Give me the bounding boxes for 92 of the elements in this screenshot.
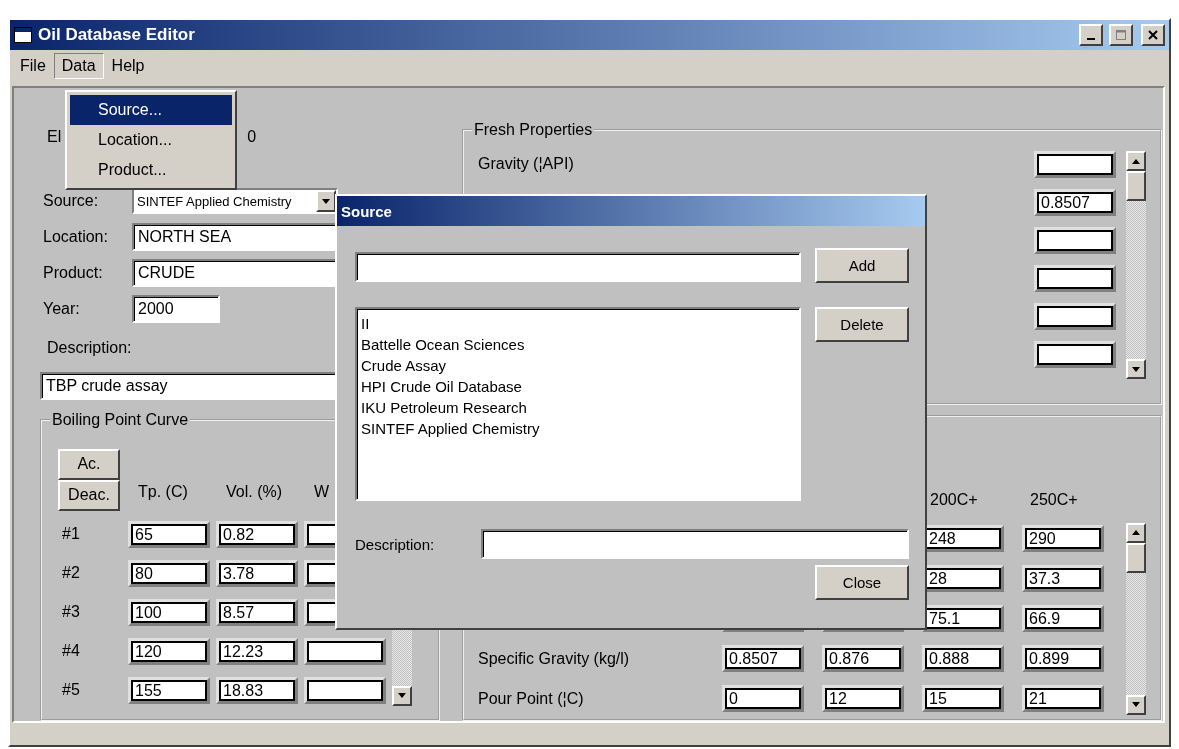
column-header: 200C+: [929, 490, 979, 510]
menu-item[interactable]: Data: [53, 53, 104, 79]
row-label: #5: [61, 681, 81, 700]
text-field[interactable]: 2000: [132, 295, 220, 323]
text-field[interactable]: 80: [128, 559, 210, 587]
text-field[interactable]: 290: [1022, 525, 1104, 553]
dropdown-button[interactable]: [316, 190, 336, 212]
dialog-title: Source: [341, 202, 392, 220]
scroll-down-button[interactable]: [392, 685, 412, 706]
list-item[interactable]: IKU Petroleum Research: [361, 397, 795, 418]
column-header: Tp. (C): [137, 482, 189, 502]
list-item[interactable]: Battelle Ocean Sciences: [361, 334, 795, 355]
text-field[interactable]: 75.1: [922, 605, 1004, 633]
menu-item[interactable]: Source...: [70, 95, 232, 125]
scroll-up-button[interactable]: [1126, 151, 1146, 171]
button[interactable]: Deac.: [58, 479, 120, 511]
column-header: Vol. (%): [225, 482, 283, 502]
dropdown-value: SINTEF Applied Chemistry: [136, 193, 293, 209]
text-field[interactable]: 120: [128, 637, 210, 665]
property-label: Specific Gravity (kg/l): [478, 649, 630, 667]
text-field[interactable]: 0.888: [922, 645, 1004, 673]
list-item[interactable]: SINTEF Applied Chemistry: [361, 418, 795, 439]
down-arrow-icon: [1132, 702, 1140, 708]
minimize-icon: [1087, 38, 1095, 40]
field-value: 0: [247, 128, 257, 146]
column-header: W: [313, 482, 331, 502]
scroll-down-button[interactable]: [1126, 694, 1146, 715]
text-field[interactable]: [481, 529, 909, 559]
button[interactable]: Ac.: [58, 448, 120, 480]
menu-item[interactable]: Product...: [70, 155, 232, 185]
text-field[interactable]: [355, 252, 801, 282]
field-label: El: [47, 128, 62, 146]
text-field[interactable]: 0: [722, 685, 804, 713]
menu-item[interactable]: Location...: [70, 125, 232, 155]
maximize-icon: [1116, 30, 1126, 40]
list-box[interactable]: II Battelle Ocean Sciences Crude Assay HPI Crude Oil Database IKU Petroleum Research SINTEF Applied Chemistry: [355, 307, 801, 501]
up-arrow-icon: [1132, 158, 1140, 164]
group-title: Fresh Properties: [473, 121, 594, 139]
down-arrow-icon: [322, 198, 330, 204]
scrollbar[interactable]: [1126, 151, 1146, 379]
text-field[interactable]: 37.3: [1022, 565, 1104, 593]
column-header: 250C+: [1029, 490, 1079, 510]
field-label: Description:: [47, 339, 132, 357]
row-label: #4: [61, 642, 81, 661]
window-title: Oil Database Editor: [38, 25, 195, 45]
close-button[interactable]: [1141, 24, 1165, 46]
dropdown-field[interactable]: SINTEF Applied Chemistry: [132, 188, 338, 214]
property-label: Gravity (¦API): [478, 155, 574, 173]
text-field[interactable]: 0.876: [822, 645, 904, 673]
scroll-down-button[interactable]: [1126, 359, 1146, 379]
list-item[interactable]: II: [361, 313, 795, 334]
text-field[interactable]: 18.83: [216, 676, 298, 704]
field-label: Product:: [42, 264, 104, 282]
text-field[interactable]: 15: [922, 685, 1004, 713]
row-label: #2: [61, 564, 81, 583]
scroll-thumb[interactable]: [1126, 171, 1146, 201]
menu-item[interactable]: File: [12, 53, 54, 79]
scroll-thumb[interactable]: [1126, 542, 1146, 573]
field-label: Year:: [42, 300, 81, 318]
text-field[interactable]: 0.8507: [1034, 188, 1116, 216]
text-field[interactable]: 12: [822, 685, 904, 713]
close-button[interactable]: Close: [815, 565, 909, 600]
close-icon: [1148, 30, 1158, 40]
delete-button[interactable]: Delete: [815, 307, 909, 342]
field-label: Source:: [42, 192, 100, 210]
up-arrow-icon: [1132, 530, 1140, 536]
add-button[interactable]: Add: [815, 248, 909, 283]
window-icon: [14, 27, 32, 43]
minimize-button[interactable]: [1079, 24, 1103, 46]
text-field[interactable]: 0.82: [216, 520, 298, 548]
text-field[interactable]: 0.8507: [722, 645, 804, 673]
field-label: Location:: [42, 228, 109, 246]
text-field[interactable]: 0.899: [1022, 645, 1104, 673]
text-field[interactable]: 100: [128, 598, 210, 626]
down-arrow-icon: [398, 693, 406, 699]
scrollbar[interactable]: [1126, 522, 1146, 715]
menu-item[interactable]: Help: [103, 53, 153, 79]
text-field[interactable]: 66.9: [1022, 605, 1104, 633]
text-field[interactable]: 65: [128, 520, 210, 548]
row-label: #3: [61, 603, 81, 622]
scroll-up-button[interactable]: [1126, 522, 1146, 543]
group-title: Boiling Point Curve: [51, 410, 190, 429]
field-label: Description:: [355, 535, 436, 553]
text-field[interactable]: 21: [1022, 685, 1104, 713]
text-field[interactable]: 12.23: [216, 637, 298, 665]
text-field[interactable]: 8.57: [216, 598, 298, 626]
text-field[interactable]: 155: [128, 676, 210, 704]
property-label: Pour Point (¦C): [478, 689, 584, 707]
row-label: #1: [61, 525, 81, 544]
down-arrow-icon: [1132, 366, 1140, 372]
text-field[interactable]: 3.78: [216, 559, 298, 587]
maximize-button[interactable]: [1109, 24, 1133, 46]
